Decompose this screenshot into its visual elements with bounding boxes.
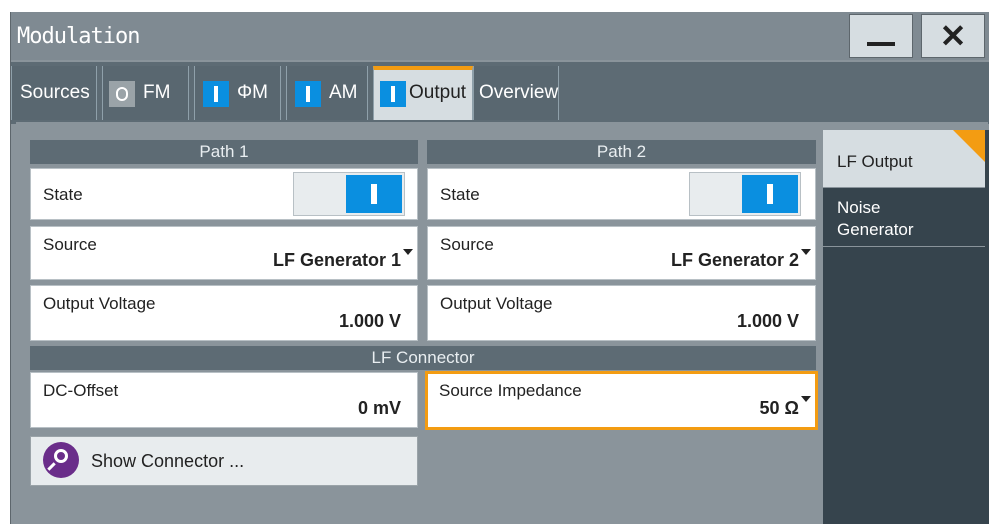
tab-sources-label: Sources bbox=[20, 82, 90, 103]
dc-offset-label: DC-Offset bbox=[43, 381, 119, 400]
path1-state-toggle[interactable] bbox=[293, 172, 405, 216]
tab-phim[interactable]: ΦM bbox=[194, 66, 281, 120]
phim-on-indicator-icon bbox=[203, 81, 229, 107]
path1-state-field: State bbox=[30, 168, 418, 220]
tab-fm-label: FM bbox=[143, 82, 171, 103]
window-title: Modulation bbox=[17, 24, 140, 49]
path2-source-value: LF Generator 2 bbox=[670, 250, 799, 270]
show-connector-button[interactable]: Show Connector ... bbox=[30, 436, 418, 486]
path2-source-select[interactable]: Source LF Generator 2 bbox=[427, 226, 816, 280]
fm-off-indicator-icon bbox=[109, 81, 135, 107]
close-button[interactable]: ✕ bbox=[921, 14, 985, 58]
toggle-on-icon bbox=[346, 175, 402, 213]
dropdown-arrow-icon bbox=[403, 249, 413, 255]
output-on-indicator-icon bbox=[380, 81, 406, 107]
tab-am-label: AM bbox=[329, 82, 358, 103]
tab-bar: Sources FM ΦM AM Output Overview bbox=[11, 62, 989, 124]
minimize-icon bbox=[867, 42, 895, 46]
path2-state-field: State bbox=[427, 168, 816, 220]
path1-source-label: Source bbox=[43, 235, 97, 254]
dropdown-arrow-icon bbox=[801, 249, 811, 255]
search-icon bbox=[43, 442, 79, 478]
toggle-on-icon bbox=[742, 175, 798, 213]
show-connector-label: Show Connector ... bbox=[91, 451, 245, 471]
tab-output-label: Output bbox=[409, 82, 467, 103]
tab-am[interactable]: AM bbox=[286, 66, 368, 120]
tab-phim-label: ΦM bbox=[237, 82, 268, 103]
path2-voltage-label: Output Voltage bbox=[440, 294, 553, 313]
side-panel: LF Output Noise Generator bbox=[823, 130, 989, 524]
path1-voltage-field[interactable]: Output Voltage 1.000 V bbox=[30, 285, 418, 341]
path2-state-label: State bbox=[440, 185, 480, 204]
path1-voltage-value: 1.000 V bbox=[338, 311, 401, 331]
close-icon: ✕ bbox=[939, 18, 967, 54]
path2-source-label: Source bbox=[440, 235, 494, 254]
side-item-lf-output-label: LF Output bbox=[837, 152, 913, 171]
dc-offset-field[interactable]: DC-Offset 0 mV bbox=[30, 372, 418, 428]
source-impedance-label: Source Impedance bbox=[439, 381, 582, 400]
path1-source-value: LF Generator 1 bbox=[272, 250, 401, 270]
path1-source-select[interactable]: Source LF Generator 1 bbox=[30, 226, 418, 280]
side-item-noise-generator-label: Noise Generator bbox=[837, 198, 914, 239]
dc-offset-value: 0 mV bbox=[357, 398, 401, 418]
tab-sources[interactable]: Sources bbox=[11, 66, 97, 120]
path1-state-label: State bbox=[43, 185, 83, 204]
title-bar: Modulation ✕ bbox=[11, 12, 989, 60]
lf-connector-header: LF Connector bbox=[30, 346, 816, 370]
am-on-indicator-icon bbox=[295, 81, 321, 107]
side-item-lf-output[interactable]: LF Output bbox=[823, 130, 985, 188]
path2-voltage-field[interactable]: Output Voltage 1.000 V bbox=[427, 285, 816, 341]
tab-fm[interactable]: FM bbox=[102, 66, 189, 120]
source-impedance-select[interactable]: Source Impedance 50 Ω bbox=[425, 371, 818, 430]
dropdown-arrow-icon bbox=[801, 396, 811, 402]
side-item-noise-generator[interactable]: Noise Generator bbox=[823, 189, 985, 247]
path2-header: Path 2 bbox=[427, 140, 816, 164]
tab-overview[interactable]: Overview bbox=[473, 66, 559, 120]
path2-voltage-value: 1.000 V bbox=[736, 311, 799, 331]
tab-overview-label: Overview bbox=[479, 82, 559, 103]
minimize-button[interactable] bbox=[849, 14, 913, 58]
path2-state-toggle[interactable] bbox=[689, 172, 801, 216]
source-impedance-value: 50 Ω bbox=[759, 398, 799, 418]
path1-voltage-label: Output Voltage bbox=[43, 294, 156, 313]
tab-output[interactable]: Output bbox=[373, 66, 473, 120]
selected-corner-icon bbox=[953, 130, 985, 162]
path1-header: Path 1 bbox=[30, 140, 418, 164]
